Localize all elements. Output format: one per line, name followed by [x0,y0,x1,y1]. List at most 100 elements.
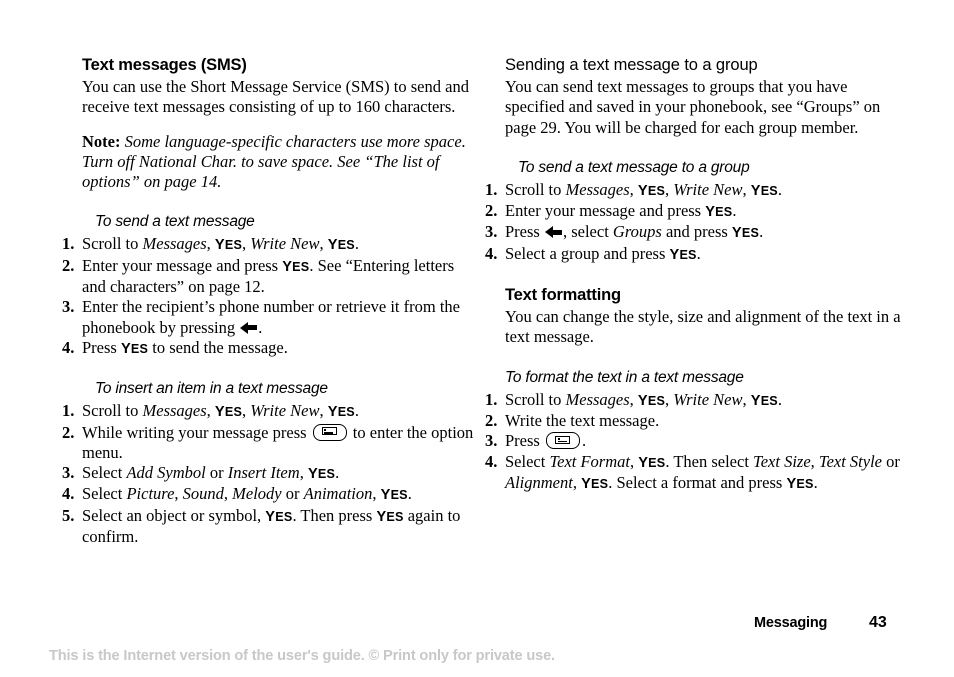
footer-page-number: 43 [869,614,887,631]
ui-term: Groups [612,222,662,242]
yes-key-label: YES [327,237,355,254]
step-text: Press [82,337,121,357]
yes-key-label: YES [786,475,814,492]
ui-term: Text Style [818,451,882,471]
step-text: Write the text message. [505,410,660,430]
intro-paragraph-group: You can send text messages to groups tha… [505,77,881,137]
step-text: , [742,389,751,409]
step-text: Press [505,222,544,242]
yes-key-label: YES [637,182,666,199]
step-text: , [372,484,381,504]
procedure-steps-send-to-group: Scroll to Messages, YES, Write New, YES.… [485,179,905,265]
step-text: . [581,431,587,451]
step-text: . Then press [292,505,377,525]
step-text: . Then select [665,451,754,471]
step-text: While writing your message press [82,422,311,442]
step-text: , select [562,222,613,242]
list-item: Select a group and press YES. [485,244,905,265]
step-text: Scroll to [505,389,566,409]
list-item: Enter your message and press YES. See “E… [62,256,482,298]
yes-key-label: YES [214,404,243,421]
ui-term: Animation [303,484,373,504]
yes-key-label: YES [581,475,609,492]
option-menu-key-icon [545,432,580,450]
step-text: and press [661,222,732,242]
list-item: Scroll to Messages, YES, Write New, YES. [62,401,482,422]
ui-term: Messages [142,234,207,254]
footer-copyright-notice: This is the Internet version of the user… [49,648,555,664]
procedure-steps-format-text: Scroll to Messages, YES, Write New, YES.… [485,390,905,494]
step-text: , [742,179,751,199]
step-text: . [732,201,737,221]
step-text: Scroll to [82,234,143,254]
step-text: Select an object or symbol, [82,505,266,525]
option-menu-key-screen [321,426,337,436]
list-item: Scroll to Messages, YES, Write New, YES. [485,390,905,411]
procedure-steps-insert-item: Scroll to Messages, YES, Write New, YES.… [62,401,482,547]
list-item: Select Picture, Sound, Melody or Animati… [62,484,482,505]
step-text: . [258,317,263,337]
list-item: Press YES to send the message. [62,338,482,359]
ui-term: Messages [142,401,207,421]
step-text: . [696,243,701,263]
note-label: Note: [82,131,121,151]
step-text: . [335,463,340,483]
step-text: Select [82,484,127,504]
ui-term: Write New [673,389,743,409]
step-text: , [629,451,639,471]
list-item: Select Text Format, YES. Then select Tex… [485,452,905,495]
ui-term: Messages [565,179,630,199]
step-text: , [223,484,233,504]
section-heading-text-formatting: Text formatting [505,286,621,305]
step-text: Enter your message and press [505,201,706,221]
intro-paragraph-formatting: You can change the style, size and align… [505,307,901,347]
option-menu-key-screen [554,435,570,445]
step-text: , [206,401,215,421]
yes-key-label: YES [669,246,697,263]
step-text: or [281,484,304,504]
left-column: Text messages (SMS) You can use the Shor… [62,55,482,547]
step-text: Enter your message and press [82,255,283,275]
ui-term: Messages [565,389,630,409]
option-menu-key-icon [312,423,347,441]
yes-key-label: YES [731,225,760,242]
procedure-heading-format-text: To format the text in a text message [505,368,744,386]
yes-key-label: YES [705,204,733,221]
step-text: Press [505,431,544,451]
step-text: . [777,389,783,409]
ui-term: Insert Item [227,463,300,483]
ui-term: Alignment [505,472,573,492]
yes-key-label: YES [214,237,243,254]
section-heading-text-messages: Text messages (SMS) [82,56,247,74]
step-text: Select a group and press [505,243,670,263]
yes-key-label: YES [638,454,666,471]
step-text: . Select a format and press [608,472,787,492]
ui-term: Text Format [549,451,630,471]
step-text: Select [82,463,127,483]
step-text: Enter the recipient’s phone number or re… [82,297,460,337]
list-item: Select Add Symbol or Insert Item, YES. [62,463,482,484]
step-text: , [319,401,328,421]
ui-term: Text Size [753,451,811,471]
step-text: . [354,234,360,254]
step-text: , [319,234,328,254]
step-text: Scroll to [82,401,143,421]
back-arrow-icon [240,321,258,334]
step-text: Scroll to [505,179,566,199]
ui-term: Write New [250,401,320,421]
ui-term: Write New [250,234,320,254]
list-item: Press , select Groups and press YES. [485,222,905,243]
manual-page: Text messages (SMS) You can use the Shor… [0,0,954,677]
back-arrow-icon [544,226,562,239]
note-paragraph: Note: Some language-specific characters … [82,132,482,193]
procedure-heading-send-to-group: To send a text message to a group [518,158,750,176]
ui-term: Picture [126,484,175,504]
step-text: Select [505,451,550,471]
yes-key-label: YES [380,487,408,504]
yes-key-label: YES [637,392,666,409]
